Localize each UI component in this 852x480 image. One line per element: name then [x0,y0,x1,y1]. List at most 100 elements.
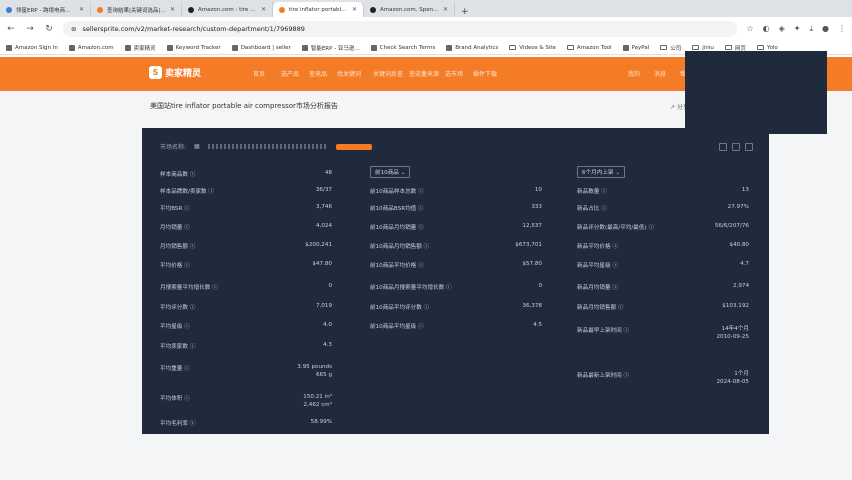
help-icon[interactable]: ⓘ [190,344,196,350]
nav-item[interactable]: 插件下载 [473,69,509,78]
help-icon[interactable]: ⓘ [648,225,654,231]
help-icon[interactable]: ⓘ [424,305,430,311]
bookmark-item[interactable]: 智能ERP - 亚马逊... [301,44,360,52]
metric-value: 7,019 [315,303,332,309]
url-field[interactable]: ⊜ sellersprite.com/v2/market-research/cu… [63,21,738,37]
tab-close-icon[interactable]: ✕ [170,6,175,13]
help-icon[interactable]: ⓘ [184,324,190,330]
site-logo[interactable]: S 卖家精灵 [149,66,201,79]
help-icon[interactable]: ⓘ [190,305,196,311]
metric-row: 新品月均销量 ⓘ 2,974 [577,283,749,291]
nav-item[interactable]: 查流量来源 [409,69,445,78]
user-nav-item[interactable]: 消息 [654,69,666,78]
range-select[interactable]: 6个月内上架 ⌄ [577,166,625,178]
tab-favicon-icon [188,6,194,13]
nav-item[interactable]: 选市场 [445,69,473,78]
help-icon[interactable]: ⓘ [190,421,196,427]
help-icon[interactable]: ⓘ [184,225,190,231]
browser-tab[interactable]: 领星ERP - 跨境电商管理系统 ✕ [0,2,91,17]
range-select[interactable]: 前10商品 ⌄ [370,166,411,178]
bookmark-item[interactable]: Amazon Sign In [6,44,58,51]
help-icon[interactable]: ⓘ [446,285,452,291]
help-icon[interactable]: ⓘ [418,206,424,212]
extension-icon[interactable]: ◈ [779,24,785,34]
bookmark-item[interactable]: 公司 [660,44,681,52]
reload-icon[interactable]: ↻ [44,24,54,34]
help-icon[interactable]: ⓘ [601,206,607,212]
help-icon[interactable]: ⓘ [618,305,624,311]
nav-item[interactable]: 选产品 [281,69,309,78]
download-icon[interactable]: ⤓ [809,24,813,34]
metric-row: 前10商品月搜索量平均增长数 ⓘ 0 [370,283,542,291]
site-info-icon[interactable]: ⊜ [71,25,76,33]
bookmark-label: Yolo [766,44,778,51]
new-tab-button[interactable]: + [455,7,475,17]
address-bar: ← → ↻ ⊜ sellersprite.com/v2/market-resea… [0,17,852,41]
help-icon[interactable]: ⓘ [424,244,430,250]
tab-close-icon[interactable]: ✕ [261,6,266,13]
fullscreen-icon[interactable] [745,143,753,151]
puzzle-icon[interactable]: ✦ [794,24,801,34]
menu-icon[interactable]: ⋮ [838,24,846,34]
tab-close-icon[interactable]: ✕ [443,6,448,13]
browser-tab[interactable]: Amazon.com : tire inflator p ✕ [182,2,273,17]
favorite-icon[interactable] [732,143,740,151]
metric-label: 月均销售额 [160,244,188,250]
help-icon[interactable]: ⓘ [418,189,424,195]
tab-close-icon[interactable]: ✕ [352,6,357,13]
browser-tab[interactable]: tire inflator portable air com ✕ [273,2,364,17]
help-icon[interactable]: ⓘ [418,263,424,269]
bookmark-item[interactable]: Amazon.com [68,44,114,51]
tab-favicon-icon [370,6,376,13]
nav-item[interactable]: 首页 [253,69,281,78]
metric-row: 新品最新上架时间 ⓘ 1个月 2024-08-05 [577,371,749,387]
metric-label: 平均评分数 [160,305,188,311]
metric-row: 前10商品样本总数 ⓘ 10 [370,187,542,195]
bookmark-item[interactable]: Brand Analytics [446,44,498,51]
help-icon[interactable]: ⓘ [190,172,196,178]
bookmark-item[interactable]: PayPal [622,44,649,51]
help-icon[interactable]: ⓘ [208,189,214,195]
nav-item[interactable]: 查竞品 [309,69,337,78]
help-icon[interactable]: ⓘ [190,244,196,250]
help-icon[interactable]: ⓘ [612,263,618,269]
browser-tab[interactable]: Amazon.com. Spend less. S ✕ [364,2,455,17]
bookmark-item[interactable]: 卖家精灵 [124,44,156,52]
bookmark-item[interactable]: Amazon Tool [566,45,612,51]
help-icon[interactable]: ⓘ [184,396,190,402]
bookmark-item[interactable]: Check Search Terms [370,44,435,51]
metric-label: 前10商品月均销售额 [370,244,422,250]
help-icon[interactable]: ⓘ [184,206,190,212]
back-icon[interactable]: ← [6,24,16,34]
tab-close-icon[interactable]: ✕ [79,6,84,13]
extension-icon[interactable]: ◐ [763,24,770,34]
bookmark-item[interactable]: Keyword Tracker [166,44,221,51]
help-icon[interactable]: ⓘ [184,263,190,269]
help-icon[interactable]: ⓘ [418,225,424,231]
tab-title: 领星ERP - 跨境电商管理系统 [16,7,75,14]
bookmark-label: 智能ERP - 亚马逊... [310,45,360,52]
bookmark-item[interactable]: jiniu [692,45,714,51]
help-icon[interactable]: ⓘ [612,285,618,291]
forward-icon[interactable]: → [25,24,35,34]
bookmark-item[interactable]: Videos & Site [509,45,556,51]
help-icon[interactable]: ⓘ [212,285,218,291]
help-icon[interactable]: ⓘ [418,324,424,330]
help-icon[interactable]: ⓘ [624,328,630,334]
help-icon[interactable]: ⓘ [601,189,607,195]
help-icon[interactable]: ⓘ [624,373,630,379]
report-card: 市场名称: ▦ 样本商品数 ⓘ 48 样本品牌数/卖家数 ⓘ 36/37 平均BSR ⓘ… [142,128,769,434]
metric-label: 月搜索量平均增长数 [160,285,211,291]
nav-item[interactable]: 关键词反查 [373,69,409,78]
market-tag[interactable] [335,143,372,150]
nav-item[interactable]: 找关键词 [337,69,373,78]
user-nav-item[interactable]: 我的 [628,69,640,78]
bookmark-item[interactable]: Dashboard | seller [231,44,291,51]
help-icon[interactable]: ⓘ [612,244,618,250]
bookmark-star-icon[interactable]: ☆ [746,24,753,34]
profile-icon[interactable]: ● [822,24,829,34]
bookmark-item[interactable]: Yolo [756,44,778,51]
help-icon[interactable]: ⓘ [184,366,190,372]
browser-tab[interactable]: 查询结果|关键词选品|卖家精灵 ✕ [91,2,182,17]
export-icon[interactable] [719,143,727,151]
